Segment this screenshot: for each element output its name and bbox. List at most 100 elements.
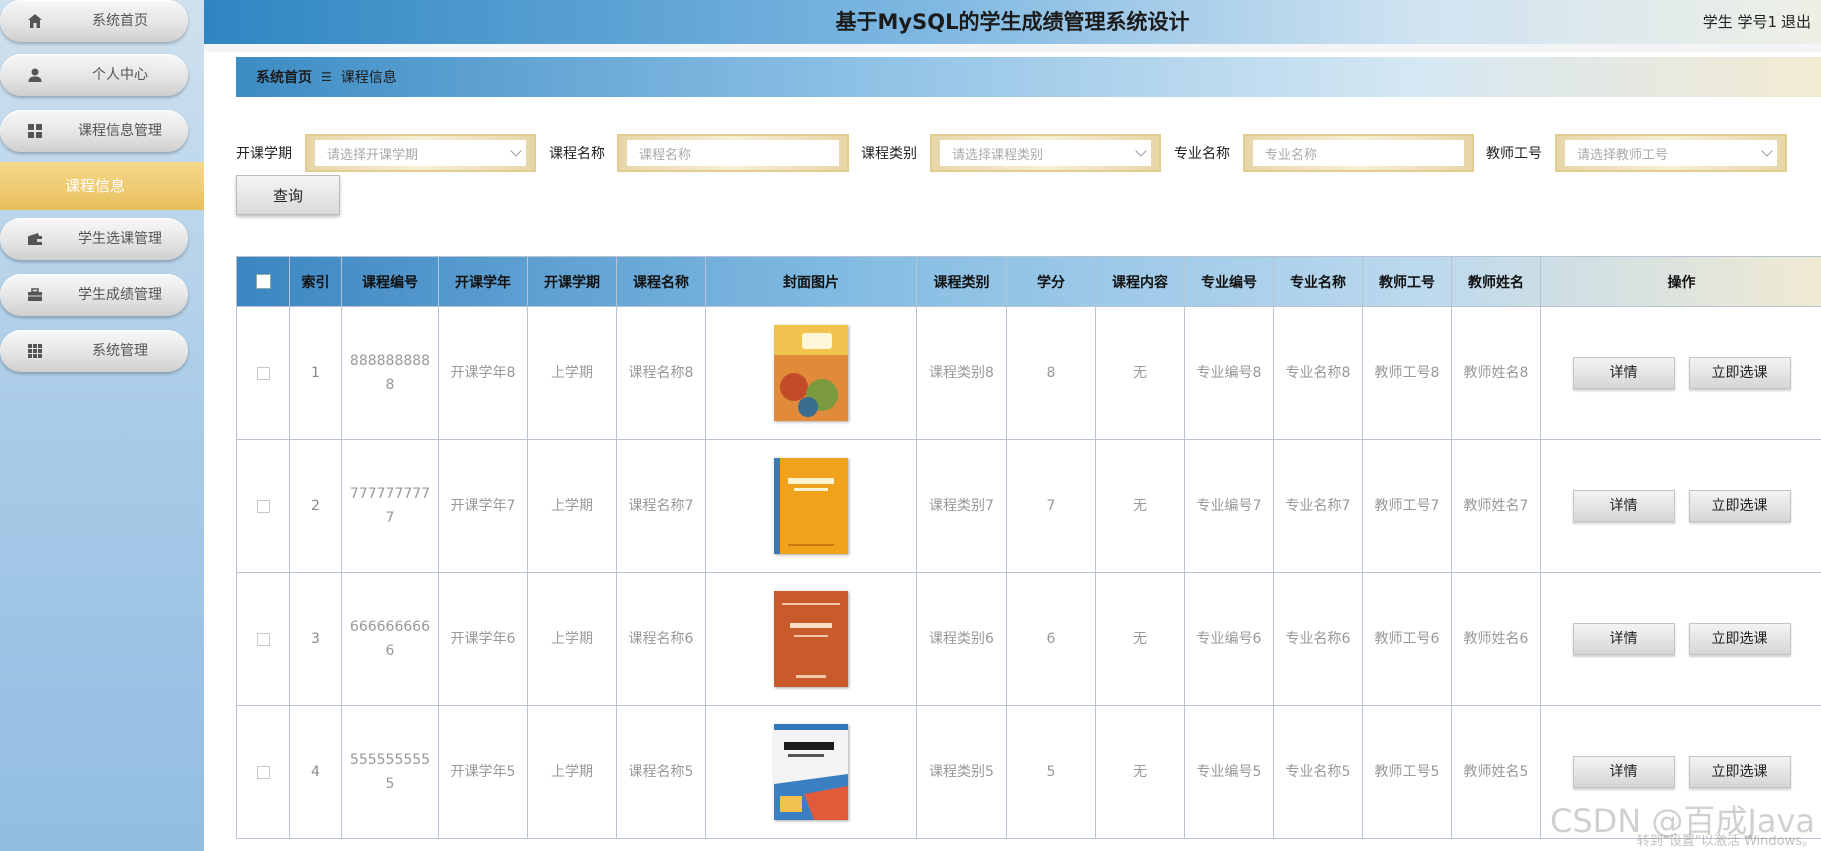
- chevron-down-icon: [1135, 145, 1147, 157]
- cell-major-no: 专业编号8: [1184, 306, 1274, 440]
- cell-course-name: 课程名称7: [616, 439, 706, 573]
- teacher-no-placeholder: 请选择教师工号: [1577, 147, 1669, 163]
- select-all-cell[interactable]: [236, 256, 290, 307]
- select-course-button[interactable]: 立即选课: [1688, 490, 1791, 522]
- cell-course-no: 6666666666: [341, 572, 439, 706]
- course-name-label: 课程名称: [549, 146, 605, 162]
- header-credit: 学分: [1006, 256, 1096, 307]
- cell-course-name: 课程名称8: [616, 306, 706, 440]
- row-checkbox[interactable]: [256, 765, 270, 779]
- cell-major-name: 专业名称5: [1273, 705, 1363, 839]
- header-major-name: 专业名称: [1273, 256, 1363, 307]
- cell-major-name: 专业名称7: [1273, 439, 1363, 573]
- select-course-button[interactable]: 立即选课: [1688, 756, 1791, 788]
- breadcrumb-current: 课程信息: [340, 70, 397, 86]
- sidebar-item-personal[interactable]: 个人中心: [0, 54, 188, 96]
- cell-major-no: 专业编号7: [1184, 439, 1274, 573]
- cell-teacher-name: 教师姓名6: [1451, 572, 1541, 706]
- table-row: 1 8888888888 开课学年8 上学期 课程名称8 课程类别8 8 无 专…: [236, 306, 1821, 440]
- cell-content: 无: [1095, 306, 1185, 440]
- row-checkbox[interactable]: [256, 499, 270, 513]
- cell-index: 2: [289, 439, 342, 573]
- sidebar-item-label: 系统首页: [92, 13, 148, 29]
- sidebar-item-course-mgmt[interactable]: 课程信息管理: [0, 110, 188, 152]
- teacher-no-label: 教师工号: [1486, 146, 1542, 162]
- cover-image: [774, 591, 848, 687]
- select-all-checkbox[interactable]: [255, 274, 271, 289]
- current-user: 学生 学号1: [1702, 13, 1777, 31]
- course-table: 索引 课程编号 开课学年 开课学期 课程名称 封面图片 课程类别 学分 课程内容…: [236, 256, 1821, 839]
- logout-link[interactable]: 退出: [1781, 0, 1821, 44]
- detail-button[interactable]: 详情: [1572, 623, 1675, 655]
- sidebar-item-system-mgmt[interactable]: 系统管理: [0, 330, 188, 372]
- header-content: 课程内容: [1095, 256, 1185, 307]
- cell-cover: [705, 572, 917, 706]
- major-name-input[interactable]: 专业名称: [1243, 134, 1474, 172]
- teacher-no-select[interactable]: 请选择教师工号: [1555, 134, 1787, 172]
- cell-cover: [705, 306, 917, 440]
- cell-teacher-no: 教师工号5: [1362, 705, 1452, 839]
- category-placeholder: 请选择课程类别: [952, 147, 1044, 163]
- header-actions: 操作: [1540, 256, 1821, 307]
- briefcase-icon: [26, 286, 44, 304]
- select-course-button[interactable]: 立即选课: [1688, 623, 1791, 655]
- cell-actions: 详情 立即选课: [1540, 572, 1821, 706]
- sidebar: 系统首页 个人中心 课程信息管理 课程信息 学生选课管理 学生成绩管理 系统管理: [0, 0, 204, 851]
- query-button[interactable]: 查询: [236, 175, 340, 215]
- breadcrumb-separator-icon: ☰: [321, 70, 332, 84]
- sidebar-item-label: 个人中心: [92, 67, 148, 83]
- chevron-down-icon: [510, 145, 522, 157]
- cell-teacher-no: 教师工号6: [1362, 572, 1452, 706]
- sidebar-item-label: 学生选课管理: [78, 231, 162, 247]
- term-select[interactable]: 请选择开课学期: [305, 134, 536, 172]
- sidebar-item-grade-mgmt[interactable]: 学生成绩管理: [0, 274, 188, 316]
- grid-icon: [26, 122, 44, 140]
- cell-course-name: 课程名称5: [616, 705, 706, 839]
- row-checkbox[interactable]: [256, 366, 270, 380]
- cell-major-name: 专业名称6: [1273, 572, 1363, 706]
- select-course-button[interactable]: 立即选课: [1688, 357, 1791, 389]
- header-divider: [204, 44, 1821, 52]
- cell-term: 上学期: [527, 306, 617, 440]
- sidebar-item-label: 学生成绩管理: [78, 287, 162, 303]
- cell-major-name: 专业名称8: [1273, 306, 1363, 440]
- sidebar-item-home[interactable]: 系统首页: [0, 0, 188, 42]
- major-name-label: 专业名称: [1174, 146, 1230, 162]
- detail-button[interactable]: 详情: [1572, 490, 1675, 522]
- header-category: 课程类别: [916, 256, 1007, 307]
- header-course-name: 课程名称: [616, 256, 706, 307]
- cell-teacher-no: 教师工号8: [1362, 306, 1452, 440]
- sidebar-item-label: 系统管理: [92, 343, 148, 359]
- cell-content: 无: [1095, 572, 1185, 706]
- course-name-input[interactable]: 课程名称: [617, 134, 849, 172]
- sidebar-item-selection-mgmt[interactable]: 学生选课管理: [0, 218, 188, 260]
- cell-index: 3: [289, 572, 342, 706]
- cell-credit: 6: [1006, 572, 1096, 706]
- row-checkbox[interactable]: [256, 632, 270, 646]
- major-name-placeholder: 专业名称: [1265, 147, 1318, 163]
- windows-activation-watermark: 转到"设置"以激活 Windows。: [1636, 834, 1815, 849]
- header-major-no: 专业编号: [1184, 256, 1274, 307]
- category-label: 课程类别: [861, 146, 917, 162]
- table-header-row: 索引 课程编号 开课学年 开课学期 课程名称 封面图片 课程类别 学分 课程内容…: [236, 256, 1821, 307]
- cell-category: 课程类别5: [916, 705, 1007, 839]
- cell-cover: [705, 439, 917, 573]
- category-select[interactable]: 请选择课程类别: [930, 134, 1161, 172]
- breadcrumb-home[interactable]: 系统首页: [256, 67, 312, 87]
- cell-teacher-name: 教师姓名7: [1451, 439, 1541, 573]
- breadcrumb: 系统首页 ☰ 课程信息: [236, 57, 1821, 97]
- cell-teacher-name: 教师姓名8: [1451, 306, 1541, 440]
- detail-button[interactable]: 详情: [1572, 756, 1675, 788]
- cell-year: 开课学年7: [438, 439, 528, 573]
- header-year: 开课学年: [438, 256, 528, 307]
- cell-teacher-no: 教师工号7: [1362, 439, 1452, 573]
- sidebar-subitem-course-info[interactable]: 课程信息: [0, 162, 204, 210]
- detail-button[interactable]: 详情: [1572, 357, 1675, 389]
- cell-index: 1: [289, 306, 342, 440]
- cell-category: 课程类别7: [916, 439, 1007, 573]
- cell-year: 开课学年5: [438, 705, 528, 839]
- apps-icon: [26, 342, 44, 360]
- term-placeholder: 请选择开课学期: [327, 147, 419, 163]
- header-cover: 封面图片: [705, 256, 917, 307]
- cell-teacher-name: 教师姓名5: [1451, 705, 1541, 839]
